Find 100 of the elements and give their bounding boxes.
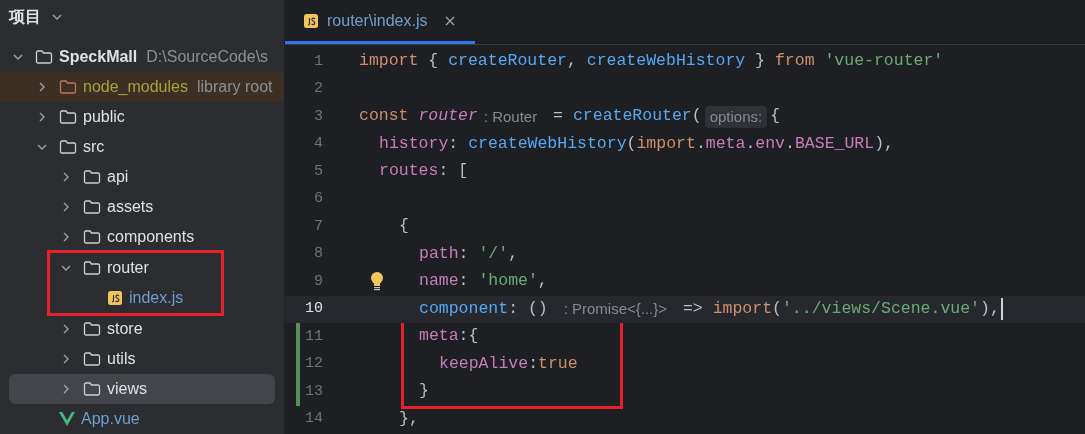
item-name: public	[83, 107, 125, 127]
lightbulb-icon[interactable]	[369, 271, 385, 291]
js-file-icon	[303, 12, 319, 29]
tree-item[interactable]: index.js	[50, 283, 221, 313]
line-number: 5	[313, 161, 323, 182]
line-number: 4	[313, 134, 323, 154]
tree-item[interactable]: src	[0, 132, 284, 162]
folder-icon	[83, 260, 101, 276]
item-hint: library root	[196, 77, 273, 97]
code-token: 'home'	[478, 270, 538, 293]
item-name: utils	[107, 349, 136, 369]
js-file-icon	[107, 290, 123, 306]
tree-item[interactable]: store	[0, 314, 284, 344]
line-number: 10	[304, 299, 323, 319]
vue-file-icon	[59, 412, 75, 426]
code-token: meta	[705, 132, 746, 155]
code-token: :	[458, 242, 470, 265]
code-token: ,	[566, 50, 578, 73]
code-token: {	[770, 105, 781, 128]
item-name: src	[83, 137, 105, 157]
tree-item[interactable]: utils	[0, 344, 284, 374]
code-token: ,	[508, 242, 519, 265]
inlay-hint: : Promise<{...}>	[563, 299, 668, 319]
code-token: 'vue-router'	[824, 50, 944, 73]
item-name: node_modules	[83, 77, 188, 97]
inlay-hint: : Router	[483, 106, 538, 127]
tree-item[interactable]: SpeckMall D:\SourceCode\s	[0, 42, 284, 72]
line-number: 13	[304, 381, 323, 402]
code-token: import	[712, 297, 773, 320]
code-token: .	[695, 132, 706, 155]
code-token: createRouter	[448, 50, 567, 73]
tree-item[interactable]: views	[9, 374, 275, 404]
code-token: (	[772, 297, 782, 320]
panel-title[interactable]: 项目	[9, 5, 41, 29]
code-token: createWebHistory	[468, 132, 627, 155]
code-token: meta	[419, 325, 459, 348]
code-token: {	[428, 50, 440, 73]
code-token: =>	[681, 297, 704, 320]
code-token: component	[419, 297, 509, 320]
folder-icon	[83, 321, 101, 337]
code-token: :	[528, 352, 539, 375]
line-number: 3	[313, 106, 323, 127]
code-token: :{	[458, 325, 479, 348]
tree-item[interactable]: node_modules library root	[0, 72, 284, 102]
code-token: },	[399, 407, 419, 430]
line-number: 6	[313, 189, 323, 209]
code-token: import	[359, 50, 420, 73]
code-token: : [	[438, 160, 469, 183]
line-number: 9	[313, 271, 323, 292]
code-token: ),	[980, 297, 1000, 320]
item-name: assets	[107, 197, 154, 217]
tree-item[interactable]: assets	[0, 192, 284, 222]
code-token: true	[538, 352, 578, 375]
code-token: '/'	[478, 242, 509, 265]
folder-icon	[83, 381, 101, 397]
item-name: store	[107, 319, 143, 339]
line-number: 11	[304, 326, 323, 347]
code-token: import	[636, 132, 696, 155]
code-token: : ()	[508, 297, 549, 320]
code-token: router	[418, 105, 478, 128]
item-hint: D:\SourceCode\s	[146, 47, 269, 67]
line-number: 2	[313, 79, 323, 99]
tree-item[interactable]: public	[0, 102, 284, 132]
tree-item[interactable]: router	[50, 253, 221, 283]
code-token: (	[691, 105, 702, 128]
line-number: 12	[304, 354, 323, 374]
code-token: (	[626, 132, 637, 155]
tree-item[interactable]: api	[0, 162, 284, 192]
code-token: }	[754, 50, 766, 73]
tree-item[interactable]: components	[0, 222, 284, 252]
line-number: 7	[313, 216, 323, 237]
close-icon[interactable]	[443, 14, 456, 27]
item-name: components	[107, 227, 195, 247]
folder-icon	[83, 351, 101, 367]
line-number: 8	[313, 244, 323, 264]
item-name: api	[107, 167, 129, 187]
item-name: index.js	[129, 288, 184, 308]
code-token: .	[785, 132, 795, 155]
code-token: '../views/Scene.vue'	[781, 297, 980, 320]
folder-icon	[83, 169, 101, 185]
line-number: 14	[304, 409, 323, 429]
item-name: views	[107, 379, 147, 399]
folder-icon	[35, 49, 53, 65]
code-token: ,	[537, 270, 548, 293]
tree-item[interactable]: App.vue	[0, 404, 284, 434]
code-token: ),	[874, 132, 894, 155]
code-token: history	[379, 132, 449, 155]
item-name: SpeckMall	[59, 47, 138, 67]
item-name: App.vue	[81, 409, 140, 429]
code-token: :	[458, 270, 470, 293]
folder-icon	[59, 139, 77, 155]
code-token: const	[359, 105, 410, 128]
parameter-hint: options:	[704, 105, 768, 128]
editor-tab[interactable]: router\index.js	[285, 0, 475, 44]
code-token: .	[745, 132, 756, 155]
code-token: name	[419, 270, 459, 293]
code-token: createRouter	[572, 105, 692, 128]
code-token: routes	[379, 160, 439, 183]
tab-label: router\index.js	[327, 10, 428, 31]
code-token: from	[774, 50, 816, 73]
